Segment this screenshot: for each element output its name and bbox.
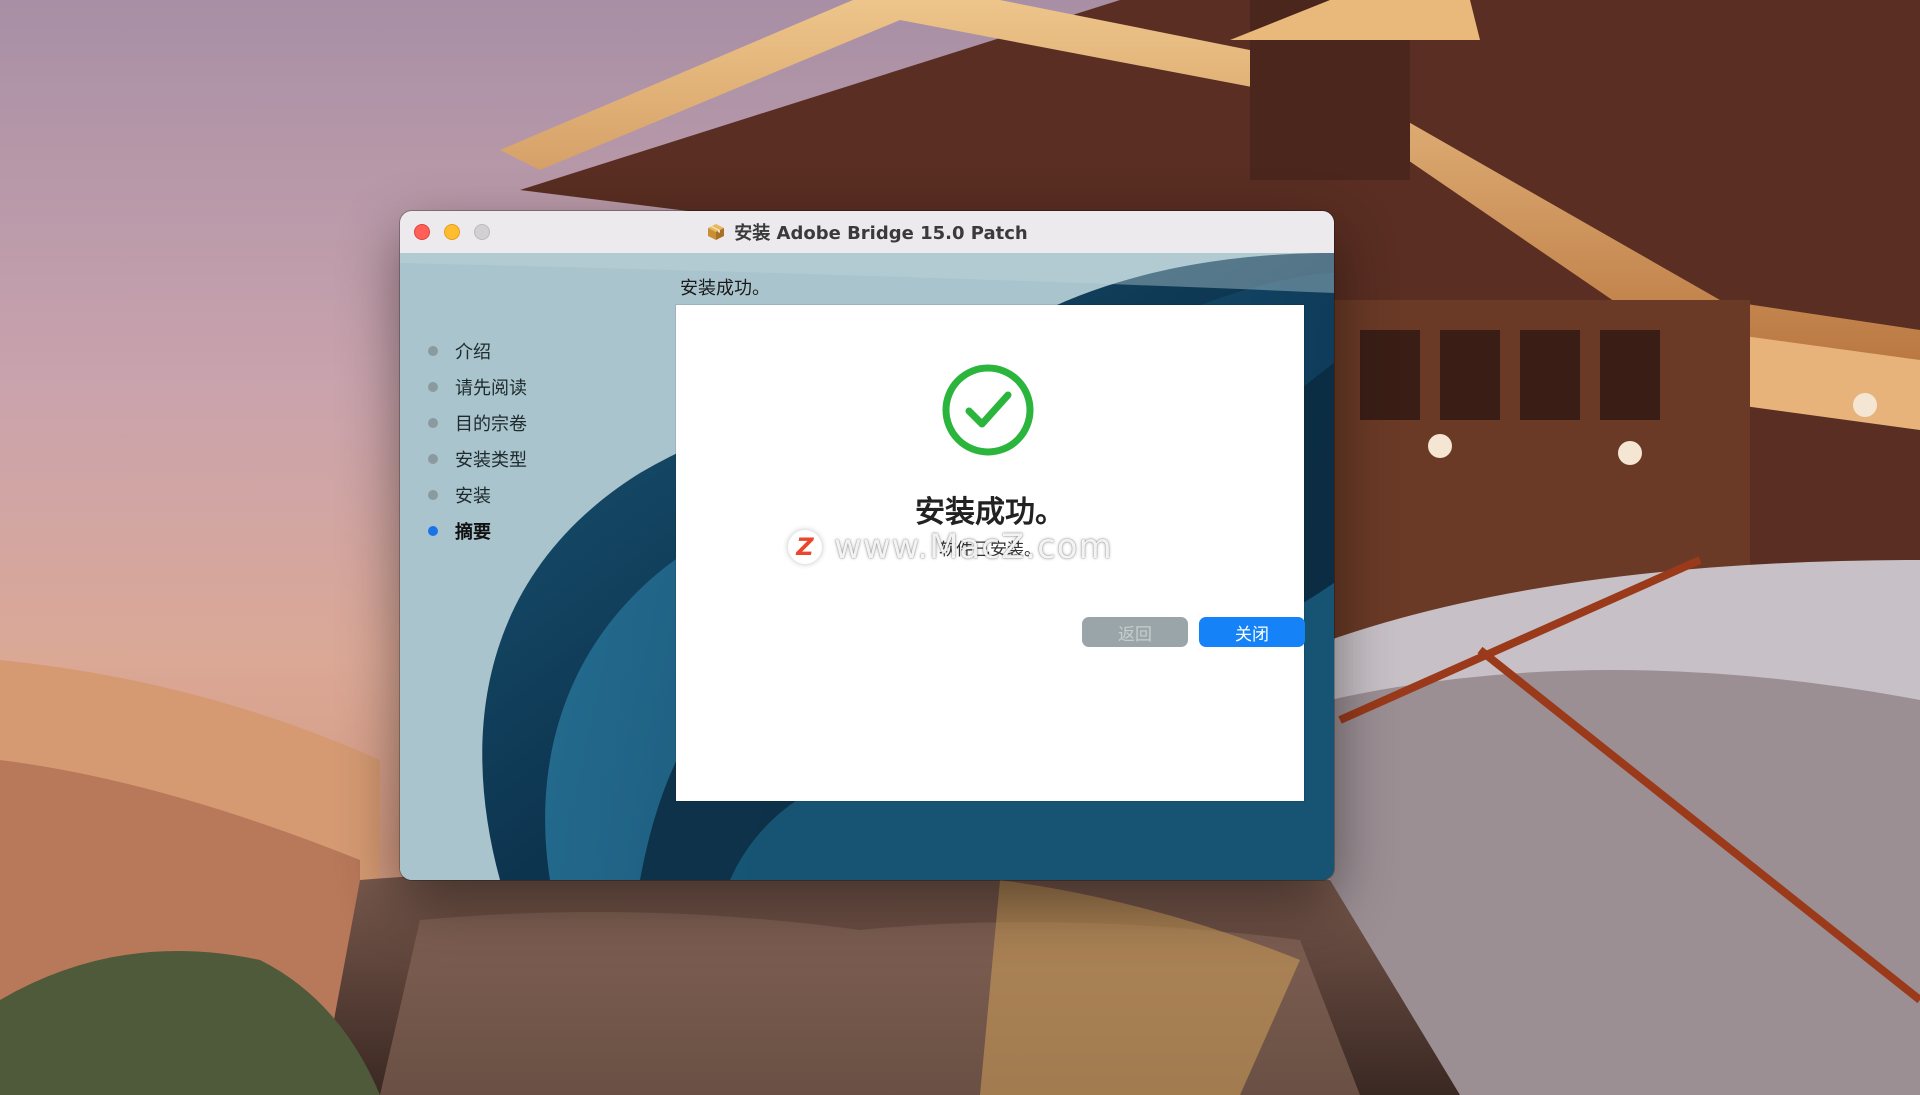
step-dot	[428, 346, 438, 356]
back-button[interactable]: 返回	[1082, 617, 1188, 647]
step-item-install-type: 安装类型	[428, 441, 527, 477]
step-item-summary: 摘要	[428, 513, 527, 549]
close-button[interactable]: 关闭	[1199, 617, 1305, 647]
success-title: 安装成功。	[915, 495, 1065, 530]
window-title: 安装 Adobe Bridge 15.0 Patch	[734, 223, 1028, 244]
step-dot-active	[428, 526, 438, 536]
step-dot	[428, 418, 438, 428]
installer-window: 安装 Adobe Bridge 15.0 Patch 介绍 请先阅读 目的宗卷 …	[400, 211, 1334, 880]
step-label: 摘要	[455, 522, 491, 543]
step-label: 安装	[455, 486, 491, 507]
step-label: 请先阅读	[455, 378, 527, 399]
success-subtitle: 软件已安装。	[939, 540, 1041, 560]
step-item-install: 安装	[428, 477, 527, 513]
step-dot	[428, 382, 438, 392]
success-checkmark-icon	[942, 364, 1034, 456]
installer-steps: 介绍 请先阅读 目的宗卷 安装类型 安装 摘要	[428, 333, 527, 549]
step-dot	[428, 490, 438, 500]
step-dot	[428, 454, 438, 464]
step-label: 安装类型	[455, 450, 527, 471]
step-item-intro: 介绍	[428, 333, 527, 369]
step-item-destination: 目的宗卷	[428, 405, 527, 441]
package-icon	[708, 224, 725, 240]
summary-panel: 安装成功。 软件已安装。 Z www.MacZ.com	[676, 305, 1304, 801]
step-label: 介绍	[455, 342, 491, 363]
page-header: 安装成功。	[680, 278, 770, 299]
title-bar[interactable]: 安装 Adobe Bridge 15.0 Patch	[400, 211, 1334, 254]
installer-content: 介绍 请先阅读 目的宗卷 安装类型 安装 摘要 安装成功。 安装成功。 软件已安…	[400, 253, 1334, 880]
step-item-readme: 请先阅读	[428, 369, 527, 405]
step-label: 目的宗卷	[455, 414, 527, 435]
